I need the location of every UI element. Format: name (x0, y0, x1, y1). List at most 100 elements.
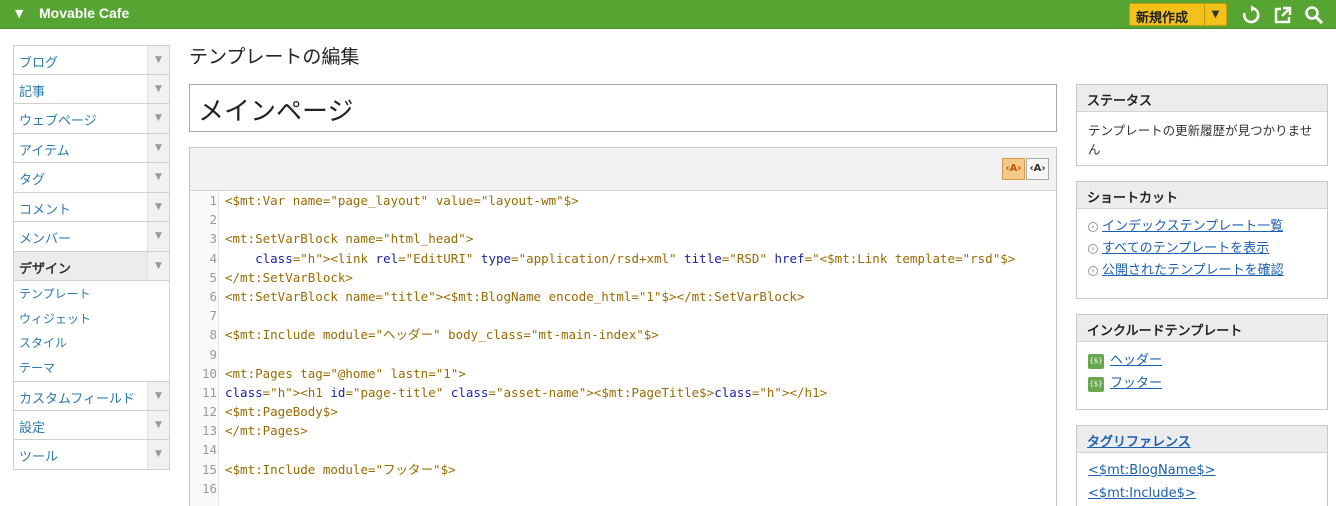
sidebar-item-tags[interactable]: タグ ▼ (13, 163, 170, 193)
include-header-link[interactable]: {$} ヘッダー (1088, 350, 1316, 373)
design-submenu: テンプレート ウィジェット スタイル テーマ (13, 281, 170, 381)
arrow-right-icon: › (1088, 244, 1098, 254)
expand-icon[interactable]: ▼ (147, 222, 169, 251)
expand-icon[interactable]: ▼ (147, 104, 169, 133)
code-line[interactable]: 15 <$mt:Include module="フッター"$> (190, 460, 1056, 479)
line-number: 9 (209, 346, 217, 362)
code-line[interactable]: 4 class="h"><link rel="EditURI" type="ap… (190, 249, 1056, 268)
sidebar-item-label: タグ (19, 173, 46, 188)
sidebar-item-settings[interactable]: 設定 ▼ (13, 410, 170, 440)
sidebar-nav: ブログ ▼ 記事 ▼ ウェブページ ▼ アイテム ▼ タグ ▼ コメント ▼ メ… (13, 45, 170, 470)
code-area[interactable]: 1 <$mt:Var name="page_layout" value="layo… (190, 191, 1056, 498)
line-number: 1 (209, 193, 217, 208)
expand-icon[interactable]: ▼ (147, 192, 169, 221)
expand-icon[interactable]: ▼ (147, 46, 169, 74)
sidebar-item-webpages[interactable]: ウェブページ ▼ (13, 104, 170, 134)
line-number: 4 (209, 250, 217, 266)
code-line[interactable]: 6 <mt:SetVarBlock name="title"><$mt:BlogN… (190, 287, 1056, 306)
expand-icon[interactable]: ▼ (147, 163, 169, 192)
status-widget-title: ステータス (1077, 85, 1327, 112)
code-line[interactable]: 8 <$mt:Include module="ヘッダー" body_class="… (190, 325, 1056, 344)
shortcut-all-templates-link[interactable]: › すべてのテンプレートを表示 (1088, 238, 1316, 260)
sidebar-item-label: 記事 (19, 84, 46, 100)
sidebar-item-label: ウェブページ (19, 114, 97, 129)
code-line[interactable]: 14 (190, 440, 1056, 459)
code-text: class="h"><link rel="EditURI" type="appl… (255, 250, 1016, 266)
shortcut-published-templates-link[interactable]: › 公開されたテンプレートを確認 (1088, 260, 1316, 282)
sidebar-item-label: 設定 (19, 420, 46, 436)
arrow-right-icon: › (1088, 222, 1098, 232)
sidebar-item-label: アイテム (19, 143, 70, 159)
search-icon[interactable] (1304, 5, 1324, 25)
code-line[interactable]: 5 </mt:SetVarBlock> (190, 268, 1056, 287)
sidebar-item-custom-fields[interactable]: カスタムフィールド ▼ (13, 381, 170, 411)
template-module-icon: {$} (1088, 377, 1104, 392)
syntax-highlight-off-icon[interactable]: ‹A› (1026, 158, 1049, 180)
code-line[interactable]: 9 (190, 345, 1056, 364)
line-number: 7 (209, 308, 217, 324)
sidebar-item-entries[interactable]: 記事 ▼ (13, 74, 170, 104)
line-number: 12 (201, 404, 217, 420)
sidebar-item-members[interactable]: メンバー ▼ (13, 222, 170, 252)
include-footer-link[interactable]: {$} フッター (1088, 373, 1316, 396)
shortcut-index-templates-link[interactable]: › インデックステンプレート一覧 (1088, 216, 1316, 238)
expand-icon[interactable]: ▼ (147, 133, 169, 162)
include-templates-widget: インクルードテンプレート {$} ヘッダー {$} フッター (1076, 314, 1328, 410)
code-line[interactable]: 10 <mt:Pages tag="@home" lastn="1"> (190, 364, 1056, 383)
code-text: <$mt:PageBody$> (225, 404, 338, 420)
subnav-templates[interactable]: テンプレート (14, 283, 169, 308)
link-label: すべてのテンプレートを表示 (1102, 241, 1270, 256)
expand-icon[interactable]: ▼ (147, 410, 169, 439)
code-text: <$mt:Var name="page_layout" value="layou… (225, 193, 579, 208)
line-number: 8 (209, 327, 217, 343)
tag-reference-widget: タグリファレンス <$mt:BlogName$> <$mt:Include$> (1076, 425, 1328, 506)
code-line[interactable]: 11 class="h"><h1 id="page-title" class="a… (190, 383, 1056, 402)
collapse-icon[interactable]: ▼ (147, 251, 169, 280)
subnav-styles[interactable]: スタイル (14, 332, 169, 357)
code-text: </mt:SetVarBlock> (225, 269, 353, 285)
refresh-icon[interactable] (1241, 5, 1261, 25)
sidebar-item-blog[interactable]: ブログ ▼ (13, 45, 170, 75)
code-line[interactable]: 3 <mt:SetVarBlock name="html_head"> (190, 229, 1056, 248)
sidebar-item-label: メンバー (19, 232, 72, 247)
code-text: <mt:SetVarBlock name="html_head"> (225, 231, 474, 247)
sidebar-item-label: デザイン (19, 261, 72, 277)
new-create-button[interactable]: 新規作成 ▼ (1129, 3, 1227, 26)
code-line[interactable]: 7 (190, 306, 1056, 325)
line-number: 3 (209, 231, 217, 247)
code-line[interactable]: 2 (190, 210, 1056, 229)
new-create-dropdown-icon[interactable]: ▼ (1204, 4, 1226, 25)
tag-reference-title-link[interactable]: タグリファレンス (1077, 426, 1327, 453)
code-line[interactable]: 1 <$mt:Var name="page_layout" value="layo… (190, 191, 1056, 210)
sidebar-item-assets[interactable]: アイテム ▼ (13, 133, 170, 163)
line-number: 5 (209, 269, 217, 285)
tag-reference-include-link[interactable]: <$mt:Include$> (1088, 482, 1316, 505)
line-number: 15 (201, 461, 217, 477)
code-text: <$mt:Include module="ヘッダー" body_class="m… (225, 327, 659, 343)
code-text: class="h"><h1 id="page-title" class="ass… (225, 384, 828, 400)
code-line[interactable]: 12 <$mt:PageBody$> (190, 402, 1056, 421)
syntax-highlight-on-icon[interactable]: ‹A› (1002, 158, 1025, 180)
line-number: 16 (201, 480, 217, 496)
site-name[interactable]: Movable Cafe (39, 5, 129, 21)
tag-reference-blogname-link[interactable]: <$mt:BlogName$> (1088, 459, 1316, 482)
subnav-themes[interactable]: テーマ (14, 357, 169, 382)
include-widget-title: インクルードテンプレート (1077, 315, 1327, 342)
code-line[interactable]: 13 </mt:Pages> (190, 421, 1056, 440)
sidebar-item-design[interactable]: デザイン ▼ (13, 251, 170, 281)
sidebar-item-tools[interactable]: ツール ▼ (13, 440, 170, 470)
expand-icon[interactable]: ▼ (147, 382, 169, 410)
top-bar: ▼ Movable Cafe 新規作成 ▼ (0, 0, 1336, 29)
link-label: ヘッダー (1110, 353, 1163, 368)
code-editor[interactable]: ‹A› ‹A› 1 <$mt:Var name="page_layout" val… (189, 147, 1057, 506)
new-create-label: 新規作成 (1136, 11, 1189, 26)
sidebar-item-comments[interactable]: コメント ▼ (13, 192, 170, 222)
expand-icon[interactable]: ▼ (147, 440, 169, 469)
site-menu-caret-icon[interactable]: ▼ (15, 7, 23, 20)
subnav-widgets[interactable]: ウィジェット (14, 308, 169, 333)
expand-icon[interactable]: ▼ (147, 74, 169, 103)
template-name-input[interactable]: メインページ (189, 84, 1057, 132)
view-site-icon[interactable] (1273, 5, 1293, 25)
link-label: 公開されたテンプレートを確認 (1102, 263, 1284, 278)
code-line[interactable]: 16 (190, 479, 1056, 498)
